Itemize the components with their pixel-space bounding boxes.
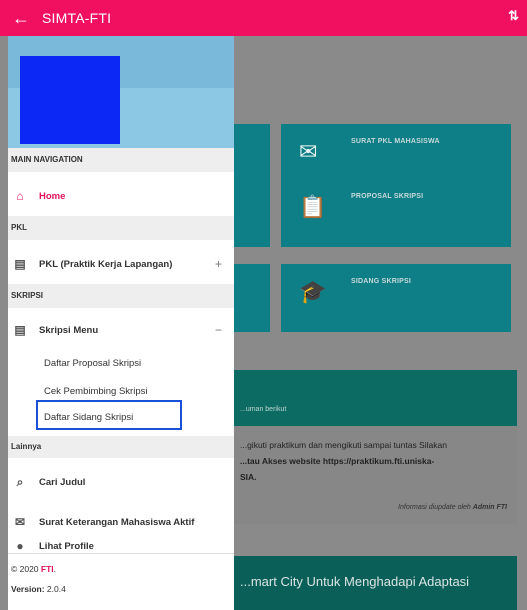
section-main-navigation: MAIN NAVIGATION [8, 148, 234, 172]
mail-icon: ✉ [299, 139, 318, 164]
app-title: SIMTA-FTI [42, 10, 112, 26]
clipboard-icon: 📋 [299, 194, 327, 219]
info-panel-body: ...gikuti praktikum dan mengikuti sampai… [234, 426, 517, 524]
subitem-cek-pembimbing[interactable]: Cek Pembimbing Skripsi [44, 386, 147, 397]
panel-line: SIA. [240, 472, 257, 482]
panel-line[interactable]: ...tau Akses website https://praktikum.f… [240, 456, 434, 466]
mail-icon: ✉ [14, 515, 26, 529]
copyright: © 2020 FTI. [11, 564, 56, 574]
version-label: Version: [11, 584, 45, 594]
panel-line: ...gikuti praktikum dan mengikuti sampai… [240, 440, 447, 450]
clipboard-icon: ▤ [14, 323, 26, 337]
brand-link[interactable]: FTI [41, 564, 54, 574]
news-panel[interactable]: ...mart City Untuk Menghadapi Adaptasi [234, 556, 517, 610]
tile-label: SIDANG SKRIPSI [351, 278, 411, 285]
app-bar: ← SIMTA-FTI ⇅ [0, 0, 527, 36]
version: Version: 2.0.4 [11, 584, 66, 594]
nav-item-label: Cari Judul [39, 476, 86, 488]
subitem-daftar-proposal[interactable]: Daftar Proposal Skripsi [44, 358, 141, 369]
document-icon: ▤ [14, 257, 26, 271]
drawer-header [8, 36, 234, 148]
back-arrow-icon[interactable]: ← [12, 8, 32, 29]
info-panel-header: ...uman berikut [234, 370, 517, 426]
tile-sidang-skripsi[interactable]: 🎓 SIDANG SKRIPSI [281, 264, 511, 332]
nav-item-label: Home [39, 190, 66, 202]
panel-note: Informasi diupdate oleh Admin FTI [398, 504, 507, 511]
copyright-prefix: © 2020 [11, 564, 39, 574]
panel-note-author: Admin FTI [472, 504, 507, 511]
nav-item-label: Skripsi Menu [39, 324, 99, 336]
navigation-drawer: MAIN NAVIGATION ⌂ Home PKL ▤ PKL (Prakti… [8, 36, 234, 610]
home-icon: ⌂ [16, 189, 24, 203]
collapse-toggle[interactable]: − [215, 323, 222, 337]
tile-label: PROPOSAL SKRIPSI [351, 193, 424, 200]
news-title: ...mart City Untuk Menghadapi Adaptasi [240, 574, 470, 589]
copyright-suffix: . [53, 564, 57, 574]
panel-header-text: ...uman berikut [240, 406, 287, 413]
nav-item-pkl[interactable]: ▤ PKL (Praktik Kerja Lapangan) + [8, 248, 234, 280]
nav-item-label: Lihat Profile [39, 540, 94, 552]
nav-item-cari-judul[interactable]: ⌕ Cari Judul [8, 466, 234, 498]
nav-item-lihat-profile[interactable]: ● Lihat Profile [8, 538, 234, 554]
nav-item-home[interactable]: ⌂ Home [8, 180, 234, 212]
section-skripsi: SKRIPSI [8, 284, 234, 308]
search-icon: ⌕ [16, 474, 24, 489]
nav-item-skripsi-menu[interactable]: ▤ Skripsi Menu − [8, 314, 234, 346]
nav-item-label: Surat Keterangan Mahasiswa Aktif [39, 516, 195, 528]
subitem-daftar-sidang[interactable]: Daftar Sidang Skripsi [44, 412, 133, 423]
graduation-cap-icon: 🎓 [299, 279, 327, 304]
person-icon: ● [16, 539, 24, 553]
expand-toggle[interactable]: + [215, 257, 222, 271]
section-pkl: PKL [8, 216, 234, 240]
tile-proposal-skripsi[interactable]: 📋 PROPOSAL SKRIPSI [281, 179, 511, 247]
tile-label: SURAT PKL MAHASISWA [351, 138, 440, 145]
avatar[interactable] [20, 56, 120, 144]
nav-item-label: PKL (Praktik Kerja Lapangan) [39, 258, 173, 270]
sort-arrows-icon[interactable]: ⇅ [508, 8, 519, 24]
panel-note-prefix: Informasi diupdate oleh [398, 504, 471, 511]
nav-item-surat-keterangan[interactable]: ✉ Surat Keterangan Mahasiswa Aktif [8, 506, 234, 538]
version-value: 2.0.4 [46, 584, 66, 594]
drawer-footer: © 2020 FTI. Version: 2.0.4 [8, 553, 234, 610]
section-lainnya: Lainnya [8, 436, 234, 458]
